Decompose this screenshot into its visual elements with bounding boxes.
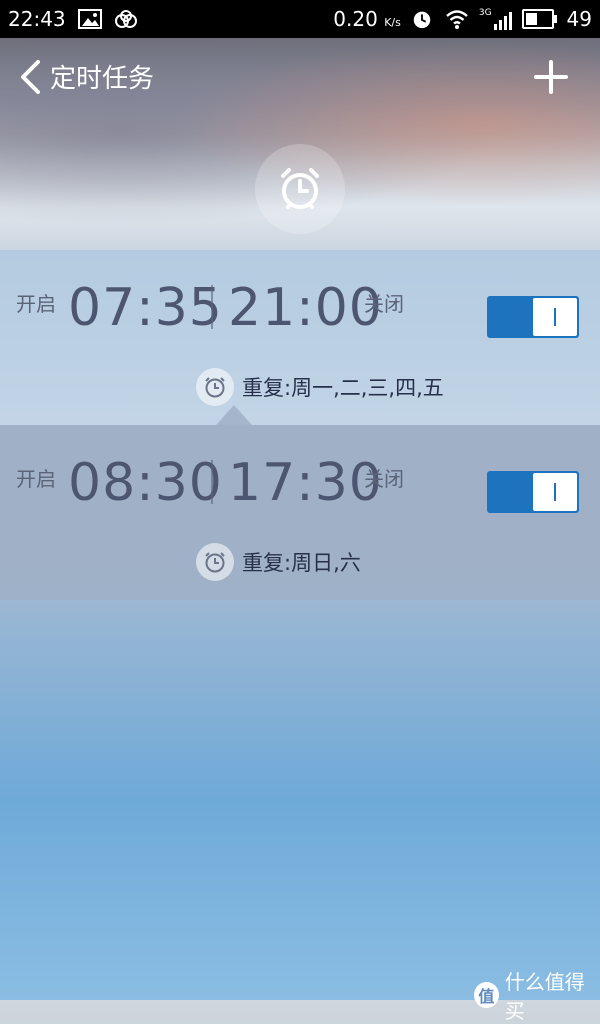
image-icon <box>77 8 102 30</box>
off-time[interactable]: 17:30 <box>228 453 383 513</box>
cloud-sync-icon <box>114 8 138 30</box>
repeat-info: 重复:周一,二,三,四,五 <box>196 368 444 406</box>
time-divider <box>211 285 213 329</box>
task-toggle[interactable] <box>487 471 579 513</box>
repeat-text: 重复:周一,二,三,四,五 <box>242 376 444 400</box>
wifi-icon <box>445 8 469 30</box>
chevron-left-icon <box>21 59 40 94</box>
toggle-knob <box>533 298 577 336</box>
page-title: 定时任务 <box>50 64 155 94</box>
add-task-button[interactable] <box>532 58 570 96</box>
off-label: 关闭 <box>364 467 404 491</box>
selection-pointer <box>216 405 252 425</box>
alarm-clock-icon <box>196 543 234 581</box>
signal-icon: 3G <box>479 8 512 30</box>
task-item[interactable]: 开启 08:30 17:30 关闭 重复:周日,六 <box>0 405 600 600</box>
off-label: 关闭 <box>364 292 404 316</box>
task-item[interactable]: 开启 07:35 21:00 关闭 重复:周一,二,三,四,五 <box>0 250 600 425</box>
status-time: 22:43 <box>8 7 66 31</box>
on-time[interactable]: 07:35 <box>68 278 223 338</box>
alarm-clock-icon <box>196 368 234 406</box>
status-bar: 22:43 0.20 K/s 3G 49 <box>0 0 600 38</box>
on-label: 开启 <box>16 467 56 491</box>
alarm-clock-badge <box>255 144 345 234</box>
on-label: 开启 <box>16 292 56 316</box>
watermark: 值 什么值得买 <box>474 966 600 1024</box>
time-divider <box>211 460 213 504</box>
alarm-icon <box>411 8 435 30</box>
network-speed: 0.20 K/s <box>333 7 401 31</box>
watermark-text: 什么值得买 <box>504 970 585 1023</box>
off-time[interactable]: 21:00 <box>228 278 383 338</box>
toggle-knob <box>533 473 577 511</box>
on-time[interactable]: 08:30 <box>68 453 223 513</box>
repeat-text: 重复:周日,六 <box>242 551 361 575</box>
plus-icon <box>534 60 568 94</box>
alarm-clock-icon <box>281 168 319 209</box>
task-toggle[interactable] <box>487 296 579 338</box>
repeat-info: 重复:周日,六 <box>196 543 361 581</box>
battery-icon <box>521 9 557 29</box>
back-button[interactable]: 定时任务 <box>18 58 154 95</box>
watermark-logo: 值 <box>474 982 499 1008</box>
battery-level: 49 <box>566 7 592 31</box>
